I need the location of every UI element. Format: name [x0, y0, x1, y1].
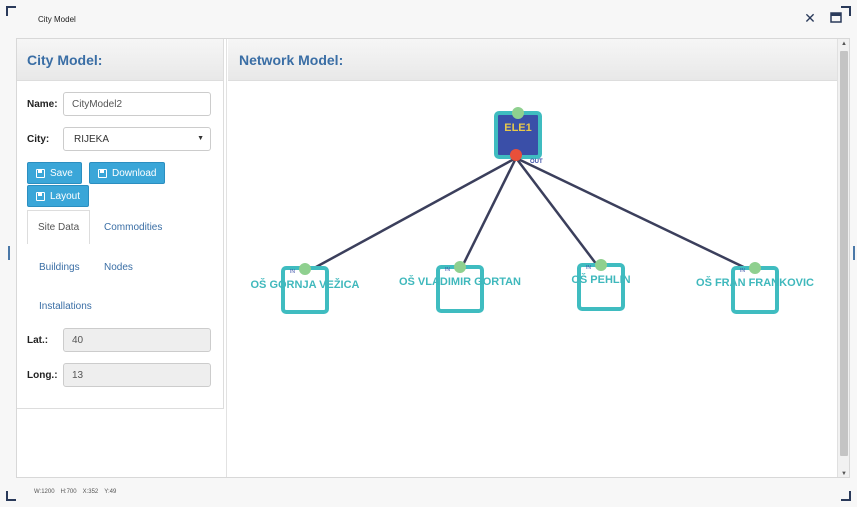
- link-line[interactable]: [304, 156, 517, 275]
- tab-site-data[interactable]: Site Data: [27, 210, 91, 244]
- status-width: W:1200: [34, 489, 55, 495]
- floppy-disk-icon: [36, 191, 45, 201]
- source-node-label: ELE1: [504, 122, 532, 134]
- tab-buildings[interactable]: Buildings: [39, 262, 80, 273]
- tab-commodities[interactable]: Commodities: [104, 222, 162, 233]
- download-button[interactable]: Download: [89, 162, 166, 184]
- in-port-label: IN: [445, 267, 450, 273]
- scroll-up-icon[interactable]: ▲: [841, 41, 847, 47]
- save-button[interactable]: Save: [27, 162, 82, 184]
- consumer-node[interactable]: IN OŠ VLADIMIR GORTAN: [399, 261, 521, 313]
- app-window: City Model ✕ City Model: Name: City: RIJ…: [0, 0, 857, 507]
- network-model-heading: Network Model:: [228, 39, 849, 81]
- long-label: Long.:: [27, 370, 58, 381]
- name-label: Name:: [27, 99, 58, 110]
- in-port-icon[interactable]: [454, 261, 466, 273]
- in-port-label: IN: [586, 265, 591, 271]
- chevron-down-icon: ▼: [197, 135, 204, 142]
- in-port-icon[interactable]: [595, 259, 607, 271]
- consumer-node-label: OŠ GORNJA VEŽICA: [251, 278, 360, 291]
- status-height: H:700: [60, 489, 77, 495]
- city-model-heading: City Model:: [17, 39, 223, 81]
- lat-label: Lat.:: [27, 335, 49, 346]
- city-label: City:: [27, 134, 50, 145]
- lat-input[interactable]: [63, 328, 211, 352]
- link-line[interactable]: [515, 156, 755, 274]
- link-line[interactable]: [458, 157, 518, 272]
- save-button-label: Save: [50, 167, 73, 179]
- city-model-panel: City Model: Name: City: RIJEKA ▼ Save Do…: [17, 39, 224, 409]
- consumer-node[interactable]: IN OŠ FRAN FRANKOVIC: [696, 262, 814, 314]
- in-port-icon[interactable]: [299, 263, 311, 275]
- link-line[interactable]: [515, 157, 601, 270]
- main-content: City Model: Name: City: RIJEKA ▼ Save Do…: [16, 38, 850, 478]
- tab-installations[interactable]: Installations: [39, 301, 92, 312]
- consumer-node[interactable]: IN OŠ GORNJA VEŽICA: [251, 263, 360, 314]
- out-port-label: OUT: [530, 159, 543, 165]
- long-input[interactable]: [63, 363, 211, 387]
- in-port-icon[interactable]: [749, 262, 761, 274]
- out-port-icon[interactable]: [510, 149, 522, 161]
- consumer-node[interactable]: IN OŠ PEHLIN: [571, 259, 631, 311]
- resize-corner-bottom-right[interactable]: [841, 491, 851, 501]
- tab-nodes[interactable]: Nodes: [104, 262, 133, 273]
- city-select-value: RIJEKA: [74, 134, 110, 145]
- title-bar[interactable]: City Model ✕: [0, 0, 857, 34]
- download-button-label: Download: [112, 167, 157, 179]
- city-select[interactable]: RIJEKA ▼: [63, 127, 211, 151]
- scroll-thumb[interactable]: [840, 51, 848, 456]
- close-icon[interactable]: ✕: [803, 11, 817, 25]
- window-title: City Model: [38, 15, 76, 24]
- name-input[interactable]: [63, 92, 211, 116]
- status-y: Y:49: [104, 489, 117, 495]
- in-port-icon[interactable]: [512, 107, 524, 119]
- floppy-disk-icon: [36, 168, 45, 178]
- source-node-ele1[interactable]: ELE1 OUT: [494, 107, 543, 165]
- in-port-label: IN: [290, 269, 295, 275]
- maximize-icon[interactable]: [829, 11, 843, 25]
- floppy-disk-icon: [98, 168, 107, 178]
- layout-button-label: Layout: [50, 190, 81, 202]
- network-graph: ELE1 OUT IN OŠ GORNJA VEŽICA IN OŠ VLADI…: [251, 107, 814, 314]
- scroll-down-icon[interactable]: ▼: [841, 471, 847, 477]
- status-x: X:352: [82, 489, 99, 495]
- resize-corner-bottom-left[interactable]: [6, 491, 16, 501]
- consumer-node-label: OŠ VLADIMIR GORTAN: [399, 275, 521, 288]
- vertical-scrollbar[interactable]: ▲ ▼: [837, 39, 849, 477]
- consumer-node-label: OŠ FRAN FRANKOVIC: [696, 276, 814, 289]
- network-canvas[interactable]: ELE1 OUT IN OŠ GORNJA VEŽICA IN OŠ VLADI…: [228, 82, 838, 477]
- resize-handle-left[interactable]: [8, 246, 10, 260]
- consumer-node-label: OŠ PEHLIN: [571, 273, 630, 286]
- in-port-label: IN: [740, 268, 745, 274]
- status-bar: W:1200 H:700 X:352 Y:49: [34, 489, 116, 495]
- resize-handle-right[interactable]: [853, 246, 855, 260]
- layout-button[interactable]: Layout: [27, 185, 90, 207]
